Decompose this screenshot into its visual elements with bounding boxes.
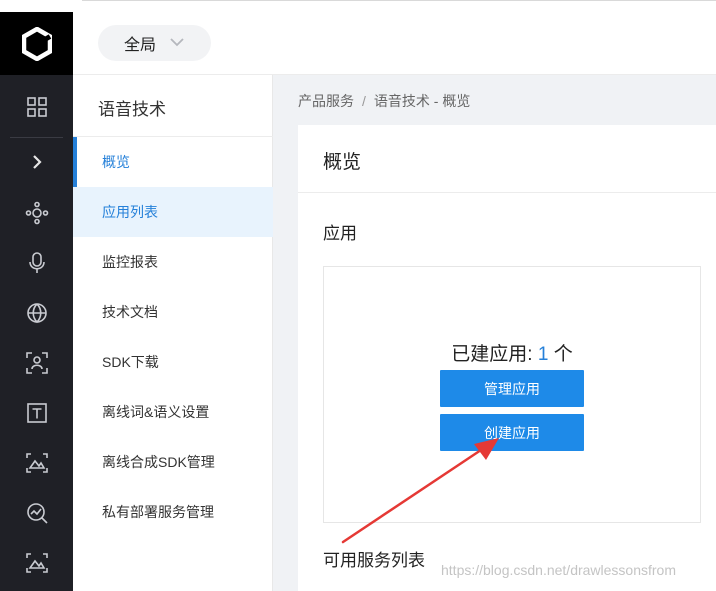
created-apps-unit: 个 <box>548 344 573 365</box>
title-divider <box>298 192 716 193</box>
sidebar-item-label: 离线合成SDK管理 <box>102 454 215 470</box>
sidebar-item-monitoring[interactable]: 监控报表 <box>73 237 273 287</box>
photo-icon[interactable] <box>0 543 73 583</box>
sidebar-item-docs[interactable]: 技术文档 <box>73 287 273 337</box>
breadcrumb: 产品服务 / 语音技术 - 概览 <box>298 91 470 111</box>
icon-rail <box>0 12 73 591</box>
apps-summary-box: 已建应用: 1 个 管理应用 创建应用 <box>323 266 701 523</box>
created-apps-label: 已建应用: <box>451 344 538 365</box>
scope-label: 全局 <box>124 37 157 54</box>
apps-section-title: 应用 <box>323 224 357 243</box>
breadcrumb-separator: / <box>362 93 366 109</box>
page-title: 概览 <box>323 152 362 173</box>
sidebar-item-label: 私有部署服务管理 <box>102 504 214 520</box>
sidebar-item-overview[interactable]: 概览 <box>73 137 273 187</box>
chevron-right-icon[interactable] <box>0 142 73 182</box>
sidebar-item-label: SDK下载 <box>102 354 159 370</box>
text-t-icon[interactable] <box>0 393 73 433</box>
mic-icon[interactable] <box>0 243 73 283</box>
rail-divider <box>10 137 63 138</box>
watermark: https://blog.csdn.net/drawlessonsfrom <box>441 562 677 578</box>
sidebar-item-offline-words[interactable]: 离线词&语义设置 <box>73 387 273 437</box>
breadcrumb-current: 语音技术 - 概览 <box>373 93 471 109</box>
sidebar-item-private-deploy[interactable]: 私有部署服务管理 <box>73 487 273 537</box>
sidebar-item-sdk-download[interactable]: SDK下载 <box>73 337 273 387</box>
manage-apps-button[interactable]: 管理应用 <box>440 370 584 407</box>
scope-selector[interactable]: 全局 <box>98 25 211 61</box>
scan-icon[interactable] <box>0 343 73 383</box>
breadcrumb-root[interactable]: 产品服务 <box>298 93 354 109</box>
sidebar-title: 语音技术 <box>98 100 166 119</box>
overview-card: 概览 应用 已建应用: 1 个 管理应用 创建应用 可用服务列表 <box>298 125 716 591</box>
sidebar-item-app-list[interactable]: 应用列表 <box>73 187 273 237</box>
services-section-title: 可用服务列表 <box>323 551 425 570</box>
sidebar-item-label: 离线词&语义设置 <box>102 404 210 420</box>
product-sidebar: 语音技术 概览 应用列表 监控报表 技术文档 SDK下载 离线词&语义设置 离线… <box>73 75 273 591</box>
chevron-down-icon <box>170 38 184 47</box>
create-app-button[interactable]: 创建应用 <box>440 414 584 451</box>
search-chart-icon[interactable] <box>0 493 73 533</box>
logo-icon[interactable] <box>0 12 73 75</box>
globe-icon[interactable] <box>0 293 73 333</box>
sidebar-item-label: 概览 <box>102 154 130 170</box>
photo-icon[interactable] <box>0 443 73 483</box>
top-bar: 全局 <box>73 12 716 75</box>
main-content: 产品服务 / 语音技术 - 概览 概览 应用 已建应用: 1 个 管理应用 创建应用… <box>273 75 716 591</box>
sidebar-item-offline-tts-sdk[interactable]: 离线合成SDK管理 <box>73 437 273 487</box>
browser-top-strip <box>0 0 716 12</box>
sidebar-item-label: 应用列表 <box>102 204 158 220</box>
active-indicator <box>73 137 77 187</box>
created-apps-count: 已建应用: 1 个 <box>324 339 700 366</box>
grid-icon[interactable] <box>0 87 73 127</box>
created-apps-number[interactable]: 1 <box>538 344 549 365</box>
graph-icon[interactable] <box>0 193 73 233</box>
sidebar-item-label: 监控报表 <box>102 254 158 270</box>
sidebar-item-label: 技术文档 <box>102 304 158 320</box>
